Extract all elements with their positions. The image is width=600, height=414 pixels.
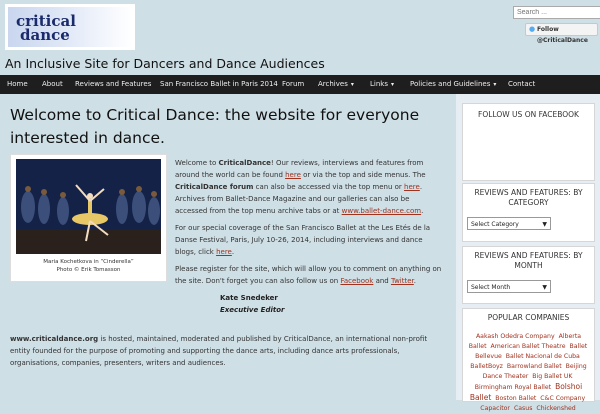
text: Welcome to: [175, 159, 219, 167]
site-logo[interactable]: critical dance: [5, 4, 135, 50]
month-select[interactable]: Select Month ▼: [467, 280, 551, 293]
photo-caption-line2: Photo © Erik Tomasson: [56, 267, 121, 273]
photo-caption: Maria Kochetkova in “Cinderella” Photo ©…: [11, 258, 166, 274]
ballet-dance-link[interactable]: www.ballet-dance.com: [342, 207, 421, 215]
twitter-follow-label: Follow @CriticalDance: [537, 26, 588, 44]
nav-label: Reviews and Features: [75, 80, 152, 88]
forum-link[interactable]: here: [404, 183, 420, 191]
facebook-widget-title: FOLLOW US ON FACEBOOK: [478, 110, 579, 119]
month-select-value: Select Month: [471, 284, 511, 291]
text: For our special coverage of the San Fran…: [175, 224, 431, 256]
nav-policies[interactable]: Policies and Guidelines ▾: [410, 75, 496, 94]
register-paragraph: Please register for the site, which will…: [175, 263, 443, 287]
photo-caption-line1: Maria Kochetkova in “Cinderella”: [43, 259, 134, 265]
ballet-photo-illustration: [16, 159, 161, 254]
company-tag[interactable]: American Ballet Theatre: [490, 343, 565, 350]
text: .: [231, 248, 235, 256]
reviews-link[interactable]: here: [285, 171, 301, 179]
nav-reviews-features[interactable]: Reviews and Features: [75, 75, 151, 94]
site-tagline: An Inclusive Site for Dancers and Dance …: [5, 56, 325, 71]
nav-sf-ballet-paris[interactable]: San Francisco Ballet in Paris 2014: [160, 75, 278, 94]
nav-label: Home: [7, 80, 28, 88]
search-input[interactable]: [513, 6, 600, 19]
company-tag[interactable]: BalletBoyz: [470, 363, 503, 370]
month-widget-title: REVIEWS AND FEATURES: BY MONTH: [474, 251, 583, 270]
chevron-down-icon: ▼: [542, 221, 547, 228]
nav-label: Links: [370, 80, 388, 88]
company-tag[interactable]: Capacitor: [480, 405, 510, 412]
nav-about[interactable]: About: [42, 75, 63, 94]
nav-label: San Francisco Ballet in Paris 2014: [160, 80, 278, 88]
nav-links[interactable]: Links ▾: [370, 75, 394, 94]
main-nav: Home About Reviews and Features San Fran…: [0, 75, 600, 94]
category-select[interactable]: Select Category ▼: [467, 217, 551, 230]
signature-name: Kate Snedeker: [220, 294, 278, 302]
category-widget: REVIEWS AND FEATURES: BY CATEGORY: [462, 183, 595, 242]
facebook-widget: FOLLOW US ON FACEBOOK: [462, 103, 595, 181]
paris-coverage-paragraph: For our special coverage of the San Fran…: [175, 222, 443, 258]
company-tag[interactable]: Birmingham Royal Ballet: [475, 384, 551, 391]
nav-archives[interactable]: Archives ▾: [318, 75, 354, 94]
company-tag[interactable]: Big Ballet UK: [532, 373, 572, 380]
paris-coverage-link[interactable]: here: [216, 248, 232, 256]
twitter-link[interactable]: Twitter: [391, 277, 414, 285]
category-select-value: Select Category: [471, 221, 519, 228]
nav-label: About: [42, 80, 63, 88]
company-tag[interactable]: Ballet Nacional de Cuba: [506, 353, 580, 360]
nav-label: Archives: [318, 80, 348, 88]
text-bold: CriticalDance forum: [175, 183, 254, 191]
nav-forum[interactable]: Forum: [282, 75, 304, 94]
company-tag[interactable]: Aakash Odedra Company: [476, 333, 555, 340]
twitter-follow-button[interactable]: ● Follow @CriticalDance: [525, 23, 598, 44]
company-tag[interactable]: Casus: [514, 405, 532, 412]
featured-photo[interactable]: [16, 159, 161, 254]
chevron-down-icon: ▾: [350, 81, 354, 88]
nav-label: Policies and Guidelines: [410, 80, 491, 88]
text: .: [413, 277, 417, 285]
about-paragraph: www.criticaldance.org is hosted, maintai…: [10, 333, 440, 369]
company-tag[interactable]: C&C Company: [540, 395, 585, 402]
text: can also be accessed via the top menu or: [253, 183, 405, 191]
twitter-bird-icon: ●: [529, 25, 536, 33]
company-tag[interactable]: Barrowland Ballet: [507, 363, 562, 370]
text: .: [421, 207, 424, 215]
text-bold: CriticalDance: [218, 159, 271, 167]
text: and: [373, 277, 391, 285]
chevron-down-icon: ▾: [390, 81, 394, 88]
chevron-down-icon: ▼: [542, 284, 547, 291]
companies-widget-title: POPULAR COMPANIES: [487, 313, 570, 322]
intro-paragraph: Welcome to CriticalDance! Our reviews, i…: [175, 157, 443, 217]
nav-contact[interactable]: Contact: [508, 75, 535, 94]
featured-photo-frame: Maria Kochetkova in “Cinderella” Photo ©…: [10, 154, 167, 282]
company-tag[interactable]: Boston Ballet: [495, 395, 536, 402]
company-tag[interactable]: Chickenshed: [536, 405, 575, 412]
signature-title: Executive Editor: [220, 306, 285, 314]
month-widget: REVIEWS AND FEATURES: BY MONTH: [462, 246, 595, 304]
text: or via the top and side menus. The: [300, 171, 426, 179]
chevron-down-icon: ▾: [493, 81, 497, 88]
nav-home[interactable]: Home: [7, 75, 28, 94]
nav-label: Forum: [282, 80, 305, 88]
category-widget-title: REVIEWS AND FEATURES: BY CATEGORY: [474, 188, 583, 207]
companies-tag-cloud: Aakash Odedra Company Alberta Ballet Ame…: [466, 332, 590, 414]
page-title: Welcome to Critical Dance: the website f…: [10, 106, 420, 147]
facebook-link[interactable]: Facebook: [340, 277, 373, 285]
nav-label: Contact: [508, 80, 536, 88]
site-url-text: www.criticaldance.org: [10, 335, 99, 343]
logo-text-line2: dance: [20, 26, 70, 44]
